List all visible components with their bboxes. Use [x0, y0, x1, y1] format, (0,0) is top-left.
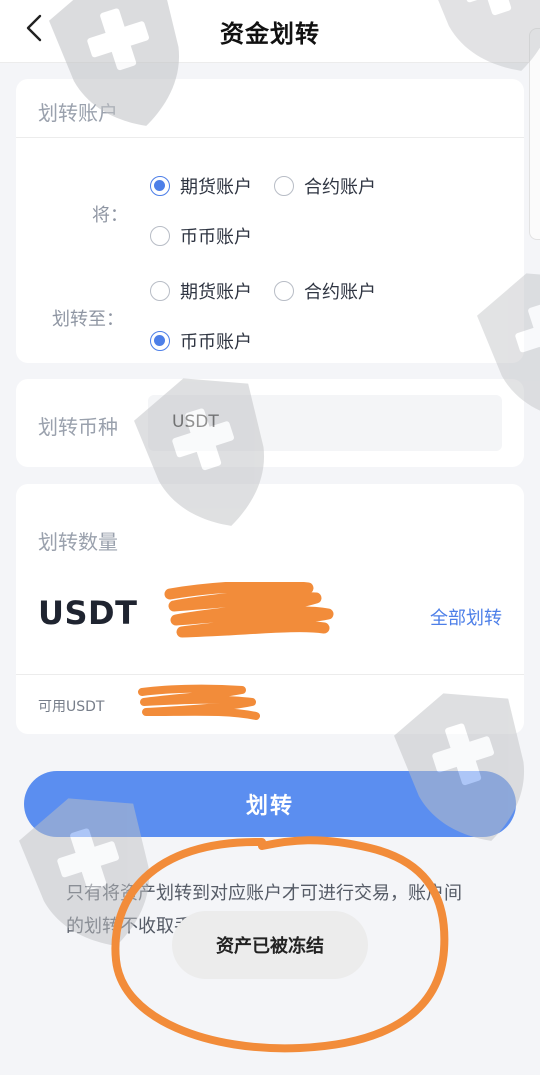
- radio-label: 币币账户: [180, 332, 252, 353]
- section-title-accounts: 划转账户: [38, 101, 118, 125]
- from-label: 将：: [92, 205, 128, 226]
- redaction-scribble: [164, 580, 334, 638]
- side-scroll-indicator: [529, 28, 540, 240]
- radio-label: 币币账户: [180, 227, 252, 248]
- radio-checked-icon: [150, 331, 170, 351]
- redaction-scribble: [138, 684, 260, 720]
- all-transfer-button[interactable]: 全部划转: [430, 604, 502, 630]
- divider: [16, 674, 524, 675]
- radio-label: 期货账户: [180, 177, 252, 198]
- radio-unchecked-icon: [274, 281, 294, 301]
- section-title-amount: 划转数量: [38, 530, 118, 554]
- radio-label: 合约账户: [304, 282, 376, 303]
- to-label: 划转至：: [52, 309, 124, 330]
- transfer-coin-card: 划转币种 USDT: [16, 379, 524, 467]
- coin-value: USDT: [172, 412, 219, 432]
- radio-unchecked-icon: [150, 281, 170, 301]
- to-option-contract[interactable]: 合约账户: [274, 278, 376, 304]
- coin-label: 划转币种: [38, 415, 118, 439]
- from-option-spot[interactable]: 币币账户: [150, 223, 252, 249]
- page-title: 资金划转: [220, 20, 320, 48]
- transfer-button[interactable]: 划转: [24, 771, 516, 837]
- divider: [16, 137, 524, 138]
- frozen-toast: 资产已被冻结: [172, 911, 368, 979]
- radio-unchecked-icon: [274, 176, 294, 196]
- available-label: 可用USDT: [38, 699, 105, 715]
- radio-label: 期货账户: [180, 282, 252, 303]
- radio-unchecked-icon: [150, 226, 170, 246]
- to-option-spot[interactable]: 币币账户: [150, 328, 252, 354]
- amount-input-redacted[interactable]: [156, 580, 416, 642]
- transfer-screen: 资金划转 划转账户 将： 期货账户 合约账户 币币账户 划转至： 期货账户 合约…: [0, 0, 540, 1075]
- top-bar: 资金划转: [0, 0, 540, 63]
- transfer-amount-card: 划转数量 USDT 全部划转 可用USDT: [16, 484, 524, 734]
- from-option-contract[interactable]: 合约账户: [274, 173, 376, 199]
- from-option-futures[interactable]: 期货账户: [150, 173, 252, 199]
- to-option-futures[interactable]: 期货账户: [150, 278, 252, 304]
- radio-label: 合约账户: [304, 177, 376, 198]
- transfer-accounts-card: 划转账户 将： 期货账户 合约账户 币币账户 划转至： 期货账户 合约账户 币币…: [16, 79, 524, 363]
- coin-select[interactable]: USDT: [148, 395, 502, 451]
- amount-currency: USDT: [38, 594, 138, 632]
- available-balance-redacted: [132, 682, 262, 726]
- radio-checked-icon: [150, 176, 170, 196]
